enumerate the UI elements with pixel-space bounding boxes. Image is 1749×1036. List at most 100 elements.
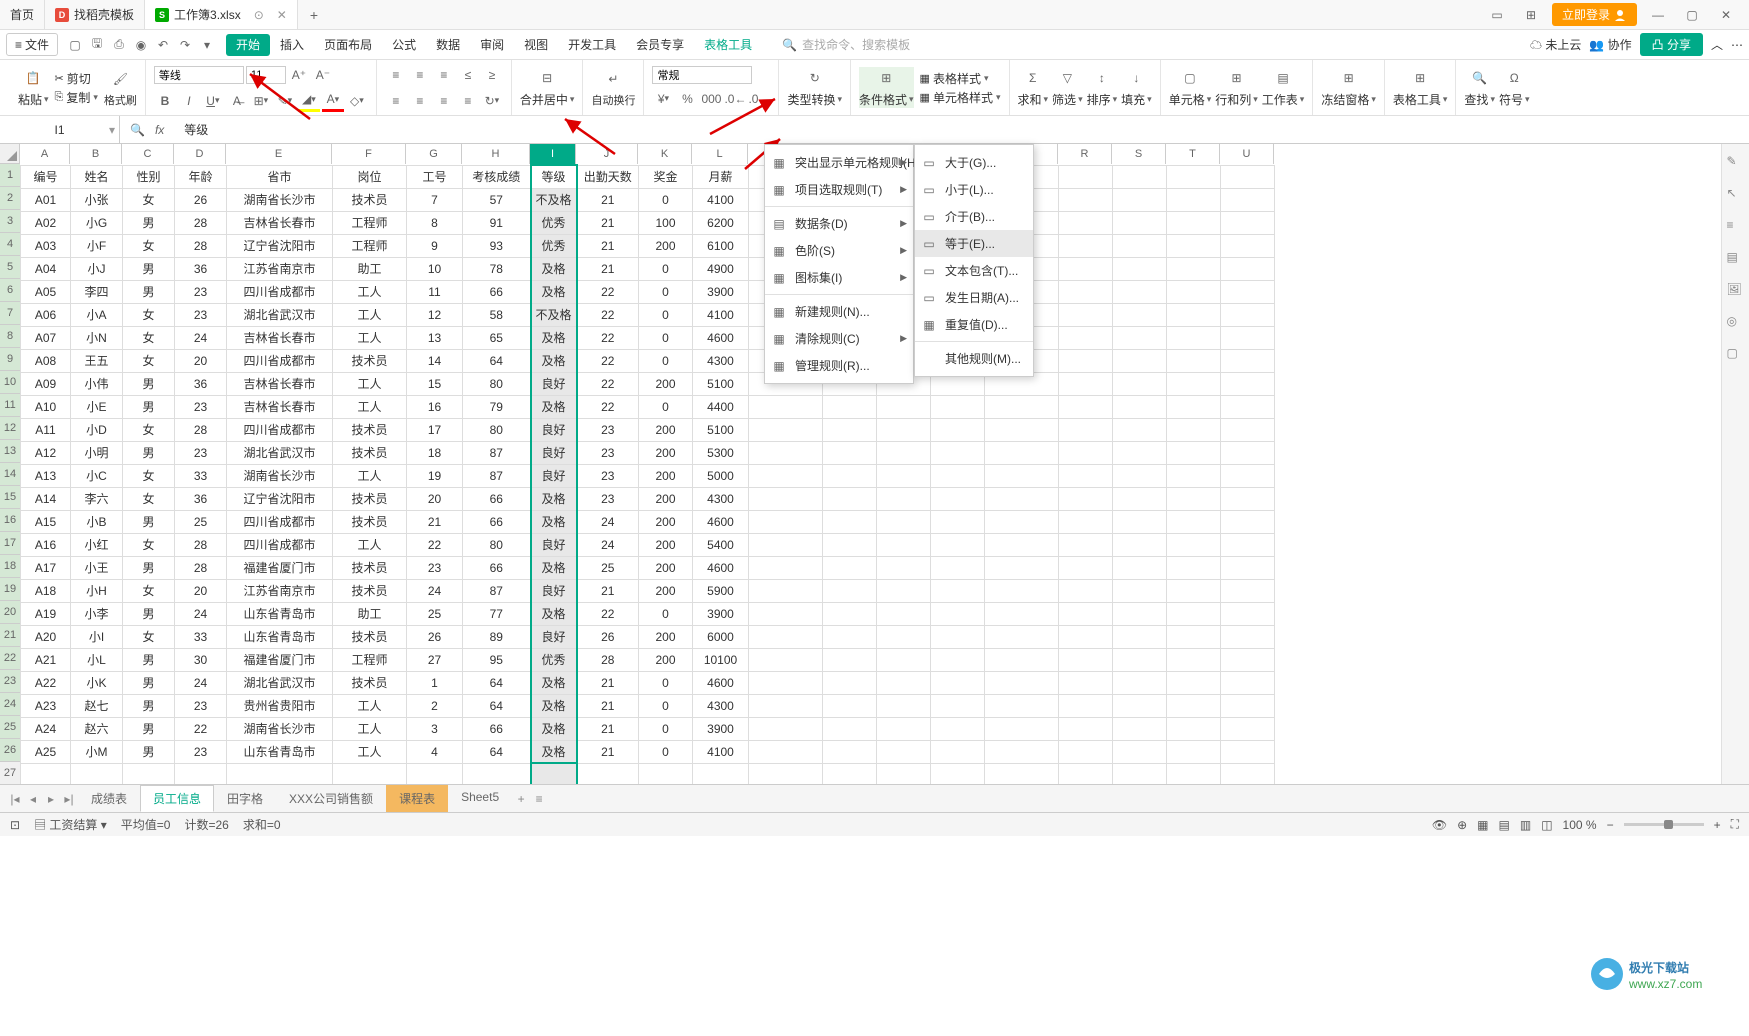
data-cell[interactable]: 工人 [333, 533, 407, 556]
data-cell[interactable] [823, 671, 877, 694]
data-cell[interactable] [1167, 418, 1221, 441]
data-cell[interactable]: A25 [21, 740, 71, 763]
data-cell[interactable]: A23 [21, 694, 71, 717]
preview-icon[interactable]: ◉ [132, 36, 150, 54]
data-cell[interactable]: 及格 [531, 395, 577, 418]
indent-inc-icon[interactable]: ≥ [481, 64, 503, 86]
data-cell[interactable]: 200 [639, 487, 693, 510]
currency-icon[interactable]: ¥▾ [652, 88, 674, 110]
data-cell[interactable] [877, 671, 931, 694]
data-cell[interactable]: 66 [463, 487, 531, 510]
data-cell[interactable]: 四川省成都市 [227, 418, 333, 441]
redo-icon[interactable]: ↷ [176, 36, 194, 54]
tab-options-icon[interactable]: ⊙ [254, 8, 264, 22]
data-cell[interactable] [823, 602, 877, 625]
rail-style-icon[interactable]: ✎ [1727, 154, 1745, 172]
sheet-nav-prev[interactable]: ◂ [24, 792, 42, 806]
data-cell[interactable] [1059, 464, 1113, 487]
data-cell[interactable]: 87 [463, 464, 531, 487]
data-cell[interactable]: 66 [463, 717, 531, 740]
data-cell[interactable]: 良好 [531, 441, 577, 464]
data-cell[interactable] [1167, 441, 1221, 464]
data-cell[interactable] [823, 441, 877, 464]
data-cell[interactable] [823, 510, 877, 533]
data-cell[interactable] [1059, 234, 1113, 257]
data-cell[interactable] [1113, 510, 1167, 533]
data-cell[interactable]: 工人 [333, 303, 407, 326]
sheet-tab-2[interactable]: 田字格 [214, 785, 276, 812]
data-cell[interactable]: 25 [407, 602, 463, 625]
data-cell[interactable] [985, 464, 1059, 487]
data-cell[interactable]: 78 [463, 257, 531, 280]
row-header-13[interactable]: 13 [0, 440, 20, 463]
data-cell[interactable]: 93 [463, 234, 531, 257]
data-cell[interactable]: 24 [407, 579, 463, 602]
row-header-24[interactable]: 24 [0, 693, 20, 716]
data-cell[interactable]: 21 [577, 234, 639, 257]
row-header-7[interactable]: 7 [0, 302, 20, 325]
data-cell[interactable] [877, 648, 931, 671]
print-icon[interactable]: ⎙ [110, 36, 128, 54]
align-middle-icon[interactable]: ≡ [409, 64, 431, 86]
data-cell[interactable] [1059, 211, 1113, 234]
data-cell[interactable]: 0 [639, 740, 693, 763]
data-cell[interactable]: 小H [71, 579, 123, 602]
data-cell[interactable]: 66 [463, 556, 531, 579]
data-cell[interactable] [1221, 234, 1275, 257]
sheet-nav-last[interactable]: ▸| [60, 792, 78, 806]
row-header-9[interactable]: 9 [0, 348, 20, 371]
data-cell[interactable]: 工程师 [333, 234, 407, 257]
data-cell[interactable] [823, 556, 877, 579]
data-cell[interactable] [823, 395, 877, 418]
data-cell[interactable]: 福建省厦门市 [227, 556, 333, 579]
data-cell[interactable] [985, 441, 1059, 464]
data-cell[interactable] [749, 740, 823, 763]
data-cell[interactable]: 4600 [693, 510, 749, 533]
status-layout2-icon[interactable]: ▤ [1499, 818, 1510, 832]
data-cell[interactable]: 小E [71, 395, 123, 418]
data-cell[interactable] [985, 671, 1059, 694]
data-cell[interactable]: 技术员 [333, 556, 407, 579]
data-cell[interactable] [823, 418, 877, 441]
data-cell[interactable]: 男 [123, 280, 175, 303]
data-cell[interactable]: 13 [407, 326, 463, 349]
data-cell[interactable] [1167, 648, 1221, 671]
add-tab-button[interactable]: + [298, 7, 330, 23]
clear-format-icon[interactable]: ◇▾ [346, 90, 368, 112]
col-header-R[interactable]: R [1058, 144, 1112, 164]
data-cell[interactable]: 0 [639, 349, 693, 372]
file-menu[interactable]: ≡ 文件 [6, 33, 58, 56]
rail-image-icon[interactable]: 🖼 [1727, 282, 1745, 300]
data-cell[interactable] [931, 625, 985, 648]
header-cell[interactable]: 奖金 [639, 165, 693, 188]
dec-decimal-icon[interactable]: .0→ [748, 88, 770, 110]
header-cell[interactable] [1059, 165, 1113, 188]
data-cell[interactable]: 小王 [71, 556, 123, 579]
data-cell[interactable]: 贵州省贵阳市 [227, 694, 333, 717]
data-cell[interactable] [877, 602, 931, 625]
data-cell[interactable]: 0 [639, 188, 693, 211]
data-cell[interactable] [1059, 717, 1113, 740]
data-cell[interactable] [931, 579, 985, 602]
data-cell[interactable]: 工人 [333, 326, 407, 349]
data-cell[interactable]: 江苏省南京市 [227, 257, 333, 280]
data-cell[interactable]: 小A [71, 303, 123, 326]
data-cell[interactable]: 22 [577, 602, 639, 625]
fill-button[interactable]: ↓填充▾ [1121, 67, 1152, 108]
data-cell[interactable] [1059, 579, 1113, 602]
col-header-T[interactable]: T [1166, 144, 1220, 164]
data-cell[interactable] [985, 418, 1059, 441]
data-cell[interactable]: A24 [21, 717, 71, 740]
data-cell[interactable]: 20 [175, 579, 227, 602]
data-cell[interactable]: A02 [21, 211, 71, 234]
data-cell[interactable] [1113, 326, 1167, 349]
data-cell[interactable] [749, 395, 823, 418]
data-cell[interactable] [1167, 464, 1221, 487]
data-cell[interactable]: 技术员 [333, 418, 407, 441]
data-cell[interactable]: 80 [463, 372, 531, 395]
data-cell[interactable] [823, 579, 877, 602]
cm2-item-0[interactable]: ▭大于(G)... [915, 149, 1033, 176]
data-cell[interactable] [1167, 188, 1221, 211]
data-cell[interactable]: 及格 [531, 349, 577, 372]
cm2-item-5[interactable]: ▭发生日期(A)... [915, 284, 1033, 311]
